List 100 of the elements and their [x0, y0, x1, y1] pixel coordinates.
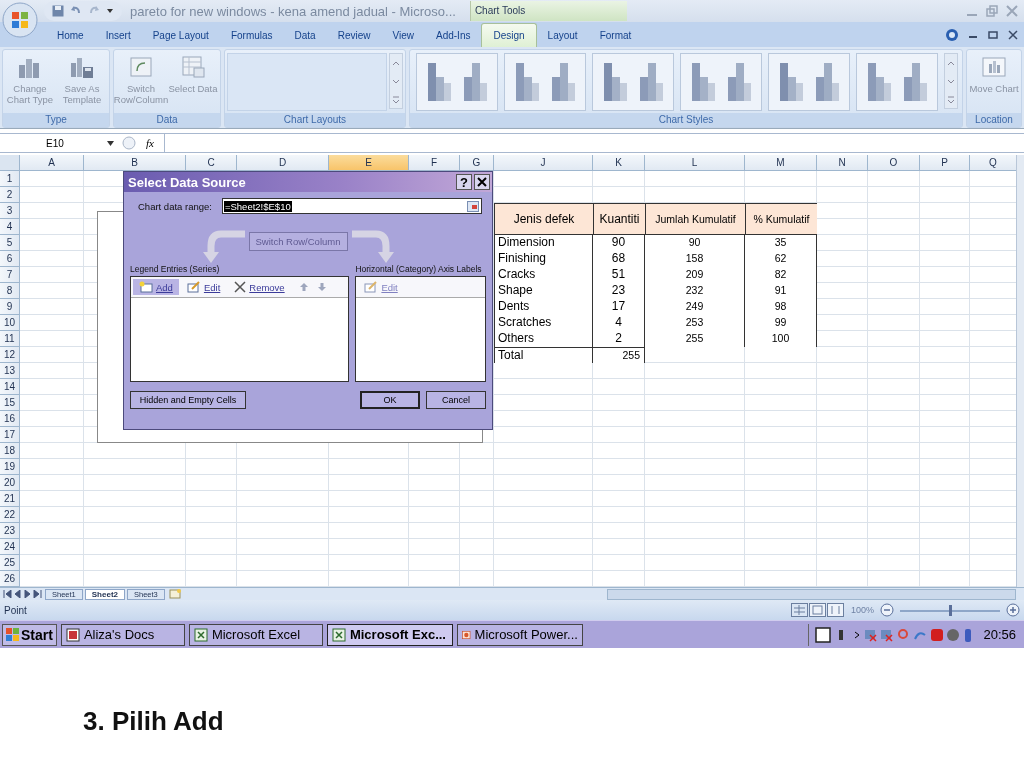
- taskbar-button[interactable]: Microsoft Exc...: [326, 623, 453, 646]
- ribbon-tab[interactable]: Insert: [94, 23, 142, 47]
- row-header[interactable]: 8: [0, 283, 20, 299]
- view-buttons-icon[interactable]: [790, 603, 845, 617]
- cancel-circle-icon[interactable]: [122, 136, 136, 150]
- name-box[interactable]: E10: [0, 134, 118, 152]
- insert-sheet-icon[interactable]: [166, 589, 183, 599]
- row-header[interactable]: 15: [0, 395, 20, 411]
- column-header[interactable]: Q: [970, 155, 1017, 171]
- select-all-corner[interactable]: [0, 155, 20, 171]
- row-header[interactable]: 7: [0, 267, 20, 283]
- sheet-navigation-icon[interactable]: [3, 590, 43, 598]
- column-header[interactable]: M: [745, 155, 817, 171]
- column-header[interactable]: C: [186, 155, 237, 171]
- toolbar-button[interactable]: Add: [133, 279, 179, 295]
- close-button[interactable]: [474, 174, 490, 190]
- ribbon-tab[interactable]: Review: [326, 23, 382, 47]
- hidden-empty-cells-button[interactable]: Hidden and Empty Cells: [130, 391, 246, 409]
- close-icon[interactable]: [1008, 29, 1018, 40]
- ribbon-tab[interactable]: Formulas: [219, 23, 284, 47]
- row-header[interactable]: 18: [0, 443, 20, 459]
- series-list[interactable]: Add Edit Remove: [130, 276, 350, 382]
- row-header[interactable]: 3: [0, 203, 20, 219]
- column-header[interactable]: F: [409, 155, 460, 171]
- range-label: Chart data range:: [138, 200, 212, 212]
- column-header[interactable]: A: [20, 155, 84, 171]
- ribbon-tab[interactable]: Format: [588, 23, 643, 47]
- ribbon-tab[interactable]: Page Layout: [141, 23, 220, 47]
- zoom-slider[interactable]: [900, 604, 1000, 616]
- table-header-cell: Kuantiti: [593, 203, 645, 235]
- ribbon-tab[interactable]: Add-Ins: [425, 23, 482, 47]
- chart-style-thumbnail[interactable]: [680, 53, 762, 111]
- zoom-in-icon[interactable]: [1006, 603, 1020, 617]
- taskbar-button[interactable]: Microsoft Power...: [456, 623, 583, 646]
- collapse-dialog-icon[interactable]: [467, 200, 479, 212]
- column-header[interactable]: E: [329, 155, 409, 171]
- help-icon[interactable]: [946, 28, 958, 41]
- dropdown-icon[interactable]: [106, 7, 114, 15]
- column-header[interactable]: O: [868, 155, 920, 171]
- column-header[interactable]: L: [645, 155, 745, 171]
- column-header[interactable]: N: [817, 155, 868, 171]
- row-header[interactable]: 22: [0, 507, 20, 523]
- sheet-tab[interactable]: Sheet2: [84, 588, 125, 600]
- save-icon[interactable]: [52, 5, 64, 17]
- row-header[interactable]: 24: [0, 539, 20, 555]
- gallery-scroll-icon[interactable]: [944, 53, 958, 109]
- column-header[interactable]: K: [593, 155, 645, 171]
- row-header[interactable]: 11: [0, 331, 20, 347]
- row-header[interactable]: 10: [0, 315, 20, 331]
- row-header[interactable]: 21: [0, 491, 20, 507]
- row-header[interactable]: 12: [0, 347, 20, 363]
- row-header[interactable]: 4: [0, 219, 20, 235]
- ribbon-tab[interactable]: Data: [283, 23, 327, 47]
- ribbon-tab[interactable]: Home: [46, 23, 95, 47]
- chart-style-thumbnail[interactable]: [504, 53, 586, 111]
- row-header[interactable]: 2: [0, 187, 20, 203]
- toolbar-button[interactable]: Edit: [180, 279, 227, 295]
- vertical-scrollbar[interactable]: [1016, 155, 1024, 587]
- row-header[interactable]: 25: [0, 555, 20, 571]
- row-header[interactable]: 17: [0, 427, 20, 443]
- ribbon-tab[interactable]: View: [381, 23, 425, 47]
- chart-style-thumbnail[interactable]: [768, 53, 850, 111]
- ok-button[interactable]: OK: [360, 391, 420, 409]
- chart-style-thumbnail[interactable]: [856, 53, 938, 111]
- row-header[interactable]: 9: [0, 299, 20, 315]
- help-button[interactable]: ?: [456, 174, 472, 190]
- row-header[interactable]: 14: [0, 379, 20, 395]
- column-header[interactable]: G: [460, 155, 494, 171]
- move-up-icon[interactable]: [298, 282, 309, 292]
- row-header[interactable]: 16: [0, 411, 20, 427]
- restore-icon[interactable]: [988, 29, 998, 40]
- taskbar-button[interactable]: Aliza's Docs: [60, 623, 185, 646]
- cancel-button[interactable]: Cancel: [426, 391, 486, 409]
- chart-style-thumbnail[interactable]: [416, 53, 498, 111]
- range-field[interactable]: =Sheet2!$E$10: [221, 198, 482, 214]
- horizontal-scrollbar[interactable]: [606, 588, 1016, 600]
- toolbar-button[interactable]: Remove: [228, 279, 291, 295]
- row-header[interactable]: 26: [0, 571, 20, 587]
- chart-style-thumbnail[interactable]: [592, 53, 674, 111]
- move-down-icon[interactable]: [316, 282, 327, 292]
- row-header[interactable]: 1: [0, 171, 20, 187]
- column-header[interactable]: P: [920, 155, 970, 171]
- gallery-scroll-icon[interactable]: [389, 53, 403, 109]
- row-header[interactable]: 20: [0, 475, 20, 491]
- axis-labels-list[interactable]: Edit: [355, 276, 486, 382]
- insert-function-button[interactable]: fx: [140, 137, 160, 149]
- column-header[interactable]: D: [237, 155, 329, 171]
- ribbon-tab[interactable]: Design: [481, 23, 537, 47]
- row-header[interactable]: 6: [0, 251, 20, 267]
- start-button[interactable]: Start: [2, 623, 57, 646]
- document-app-icon: [65, 627, 80, 642]
- ribbon-tab[interactable]: Layout: [536, 23, 589, 47]
- column-header[interactable]: J: [494, 155, 593, 171]
- column-header[interactable]: B: [84, 155, 186, 171]
- row-header[interactable]: 23: [0, 523, 20, 539]
- row-header[interactable]: 19: [0, 459, 20, 475]
- zoom-out-icon[interactable]: [880, 603, 894, 617]
- taskbar-button[interactable]: Microsoft Excel: [188, 623, 323, 646]
- row-header[interactable]: 13: [0, 363, 20, 379]
- row-header[interactable]: 5: [0, 235, 20, 251]
